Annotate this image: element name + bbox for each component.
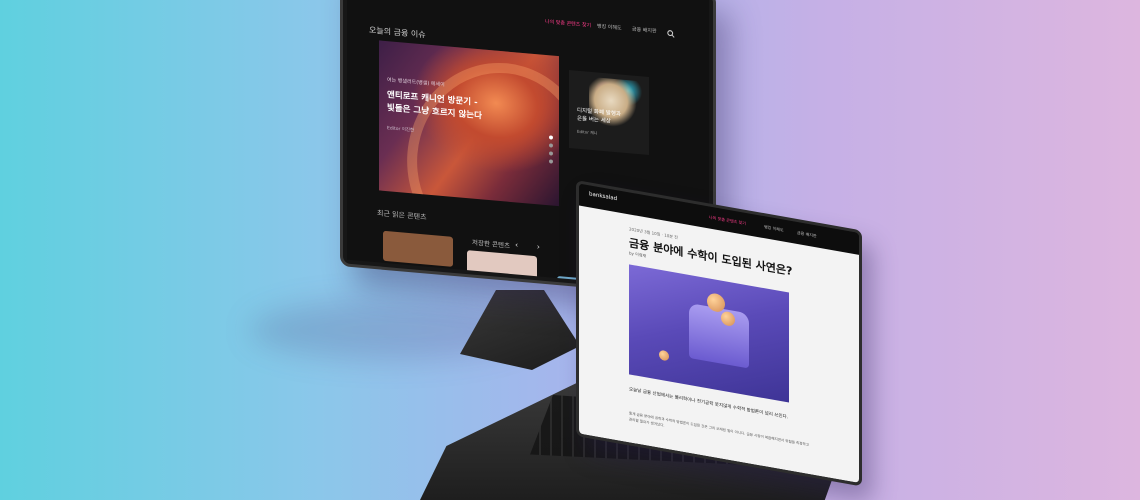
carousel-dot[interactable] xyxy=(549,143,553,148)
banksalad-logo[interactable]: banksalad xyxy=(589,191,617,202)
hero-title: 앤티로프 캐니언 방문기 - 빛들은 그냥 흐르지 않는다 xyxy=(387,90,482,122)
hero-author: Editor 이진한 xyxy=(387,126,415,134)
nav-finance-board[interactable]: 금융 배지판 xyxy=(797,230,817,239)
recent-thumbnail[interactable] xyxy=(383,230,453,267)
article-hero-image xyxy=(629,264,789,403)
side-article-author: Editor 제니 xyxy=(577,128,598,136)
saved-thumbnail[interactable] xyxy=(467,250,537,287)
article-page: 2020년 3월 10일 · 10분 전 금융 분야에 수학이 도입된 사연은?… xyxy=(579,205,859,483)
nav-banking-guide[interactable]: 뱅킹 이해도 xyxy=(764,224,784,233)
nav-finance-board[interactable]: 금융 배지판 xyxy=(632,26,657,35)
search-icon[interactable] xyxy=(667,30,675,41)
carousel-dot[interactable] xyxy=(549,151,553,156)
carousel-dot[interactable] xyxy=(549,135,553,140)
nav-personal-content[interactable]: 나의 맞춤 콘텐츠 찾기 xyxy=(545,18,591,29)
laptop: banksalad 나의 맞춤 콘텐츠 찾기 뱅킹 이해도 금융 배지판 202… xyxy=(576,180,862,487)
carousel-dots xyxy=(549,135,553,167)
illustration-coin xyxy=(659,349,669,362)
carousel-arrows[interactable]: ‹ › xyxy=(515,240,548,252)
stage: 나의 맞춤 콘텐츠 찾기 뱅킹 이해도 금융 배지판 오늘의 금융 이슈 여는 … xyxy=(0,0,1140,500)
nav-banking-guide[interactable]: 뱅킹 이해도 xyxy=(597,22,622,31)
monitor-stand xyxy=(460,290,580,370)
carousel-dot[interactable] xyxy=(549,159,553,164)
illustration-device xyxy=(689,302,749,369)
hero-article[interactable]: 여는 뱅샐러드(뱅샐) 에세이 앤티로프 캐니언 방문기 - 빛들은 그냥 흐르… xyxy=(379,40,559,207)
side-article[interactable]: 디지털 화폐 발행과 은을 버는 세상 Editor 제니 xyxy=(569,70,649,156)
recent-content-label: 최근 읽은 콘텐츠 xyxy=(377,209,427,222)
side-article-image xyxy=(589,76,644,137)
side-article-title: 디지털 화폐 발행과 은을 버는 세상 xyxy=(577,107,621,125)
saved-content-label: 저장한 콘텐츠 xyxy=(472,238,510,250)
hero-kicker: 여는 뱅샐러드(뱅샐) 에세이 xyxy=(387,77,445,89)
nav-personal-content[interactable]: 나의 맞춤 콘텐츠 찾기 xyxy=(709,214,746,227)
section-title: 오늘의 금융 이슈 xyxy=(369,25,426,40)
